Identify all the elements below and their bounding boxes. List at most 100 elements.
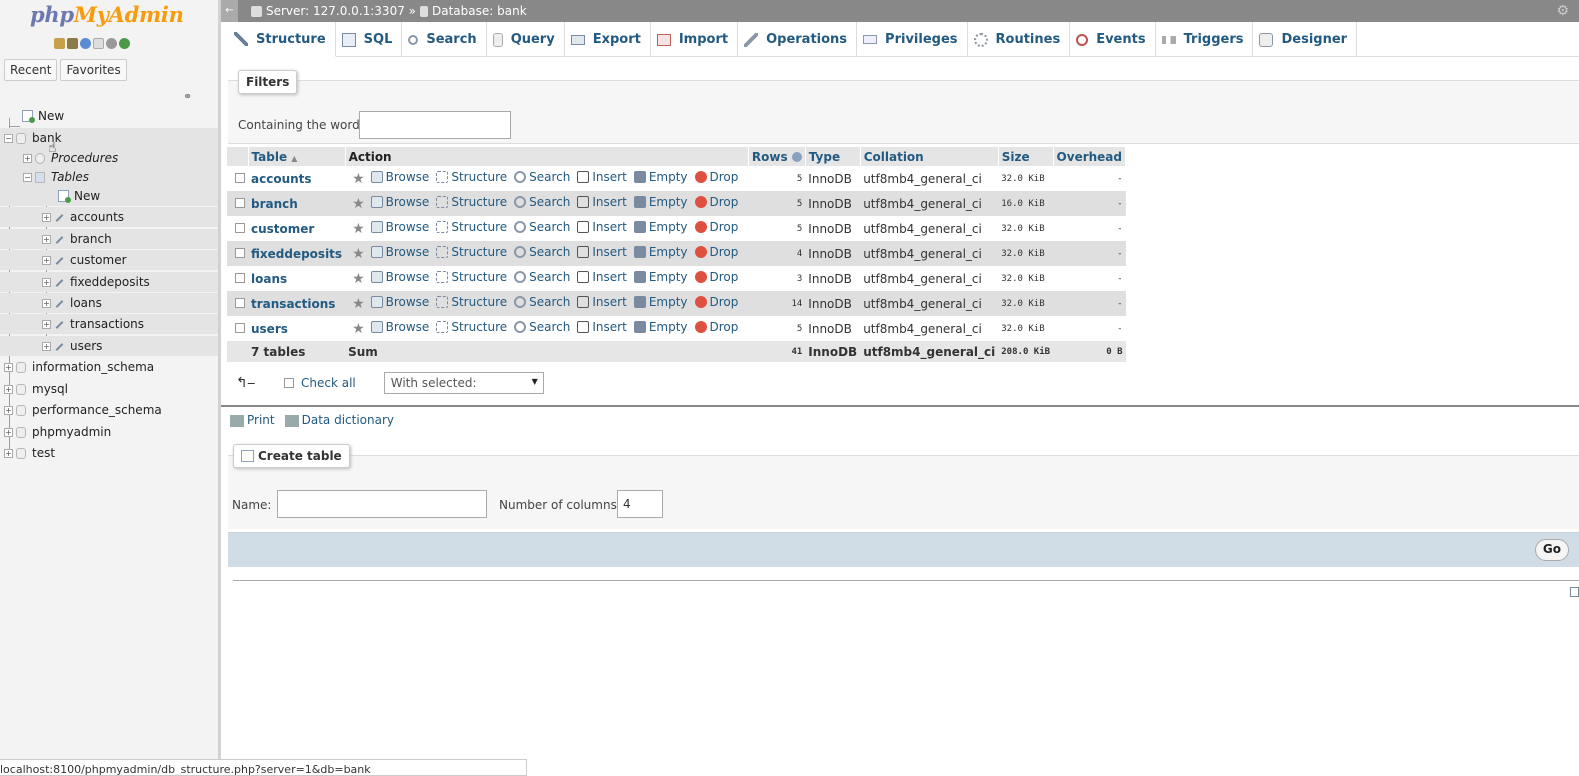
browse-action[interactable]: Browse xyxy=(370,170,429,184)
browse-action[interactable]: Browse xyxy=(370,295,429,309)
tree-db-information-schema[interactable]: + information_schema xyxy=(4,357,154,377)
expand-icon[interactable]: + xyxy=(42,341,51,351)
reload-icon[interactable] xyxy=(119,38,130,49)
tree-table-accounts[interactable]: + accounts xyxy=(0,207,218,227)
expand-icon[interactable]: + xyxy=(42,298,51,308)
table-name-input[interactable] xyxy=(277,490,487,518)
expand-icon[interactable]: + xyxy=(4,384,13,394)
browse-action[interactable]: Browse xyxy=(370,270,429,284)
tab-designer[interactable]: Designer xyxy=(1253,22,1358,57)
print-link[interactable]: Print xyxy=(230,413,275,427)
header-type[interactable]: Type xyxy=(805,147,861,166)
structure-action[interactable]: Structure xyxy=(436,270,507,284)
collapse-icon[interactable]: − xyxy=(4,133,13,143)
check-all-checkbox[interactable] xyxy=(284,378,294,388)
tree-db-performance-schema[interactable]: + performance_schema xyxy=(4,400,162,420)
breadcrumb-database[interactable]: Database: bank xyxy=(432,4,527,18)
recent-tab[interactable]: Recent xyxy=(4,59,58,81)
tree-table-branch[interactable]: + branch xyxy=(0,229,218,249)
tree-db-test[interactable]: + test xyxy=(4,443,55,463)
tab-privileges[interactable]: Privileges xyxy=(857,22,968,57)
num-columns-input[interactable]: 4 xyxy=(617,490,663,518)
empty-action[interactable]: Empty xyxy=(633,320,688,334)
tab-operations[interactable]: Operations xyxy=(738,22,858,57)
search-action[interactable]: Search xyxy=(514,295,570,309)
structure-action[interactable]: Structure xyxy=(436,195,507,209)
empty-action[interactable]: Empty xyxy=(633,195,688,209)
structure-action[interactable]: Structure xyxy=(436,245,507,259)
table-name-link[interactable]: loans xyxy=(248,266,346,291)
collapse-icon[interactable]: − xyxy=(23,172,32,182)
tree-db-bank[interactable]: − bank xyxy=(0,128,218,148)
tree-tables-new[interactable]: New xyxy=(0,186,218,206)
tab-import[interactable]: Import xyxy=(651,22,739,57)
drop-action[interactable]: Drop xyxy=(694,295,738,309)
expand-icon[interactable]: + xyxy=(4,448,13,458)
tree-tables[interactable]: − Tables xyxy=(0,167,218,187)
row-checkbox[interactable] xyxy=(235,297,245,308)
expand-icon[interactable]: + xyxy=(42,234,51,244)
tree-db-phpmyadmin[interactable]: + phpmyadmin xyxy=(4,422,111,442)
table-name-link[interactable]: fixeddeposits xyxy=(248,241,346,266)
drop-action[interactable]: Drop xyxy=(694,220,738,234)
home-icon[interactable] xyxy=(54,38,65,49)
favorites-tab[interactable]: Favorites xyxy=(60,59,127,81)
browse-action[interactable]: Browse xyxy=(370,245,429,259)
drop-action[interactable]: Drop xyxy=(694,195,738,209)
table-name-link[interactable]: customer xyxy=(248,216,346,241)
search-action[interactable]: Search xyxy=(514,195,570,209)
tab-routines[interactable]: Routines xyxy=(968,22,1071,57)
tab-query[interactable]: Query xyxy=(487,22,565,57)
search-action[interactable]: Search xyxy=(514,245,570,259)
search-action[interactable]: Search xyxy=(514,320,570,334)
header-collation[interactable]: Collation xyxy=(860,147,999,166)
table-name-link[interactable]: users xyxy=(248,316,346,341)
expand-icon[interactable]: + xyxy=(23,153,32,163)
expand-icon[interactable]: + xyxy=(42,319,51,329)
row-checkbox[interactable] xyxy=(235,222,245,233)
data-dictionary-link[interactable]: Data dictionary xyxy=(284,413,394,427)
insert-action[interactable]: Insert xyxy=(577,220,627,234)
expand-icon[interactable]: + xyxy=(42,212,51,222)
tree-table-transactions[interactable]: + transactions xyxy=(0,314,218,334)
row-checkbox[interactable] xyxy=(235,197,245,208)
go-button[interactable]: Go xyxy=(1534,539,1569,561)
structure-action[interactable]: Structure xyxy=(436,170,507,184)
expand-icon[interactable]: + xyxy=(4,362,13,372)
size[interactable]: 32.0 KiB xyxy=(998,166,1054,191)
breadcrumb-server[interactable]: Server: 127.0.0.1:3307 » xyxy=(266,4,416,18)
tree-procedures[interactable]: + Procedures xyxy=(0,148,218,168)
logout-icon[interactable] xyxy=(67,38,78,49)
with-selected-select[interactable]: With selected: xyxy=(383,372,544,394)
header-rows[interactable]: Rows xyxy=(748,147,806,166)
insert-action[interactable]: Insert xyxy=(577,195,627,209)
expand-icon[interactable]: + xyxy=(42,277,51,287)
favorite-star-icon[interactable]: ★ xyxy=(352,196,365,212)
link-with-main-icon[interactable]: ⚭ xyxy=(183,90,192,103)
favorite-star-icon[interactable]: ★ xyxy=(352,171,365,187)
insert-action[interactable]: Insert xyxy=(577,245,627,259)
size[interactable]: 32.0 KiB xyxy=(998,316,1054,341)
size[interactable]: 32.0 KiB xyxy=(998,216,1054,241)
drop-action[interactable]: Drop xyxy=(694,245,738,259)
browse-action[interactable]: Browse xyxy=(370,320,429,334)
header-size[interactable]: Size xyxy=(998,147,1054,166)
structure-action[interactable]: Structure xyxy=(436,320,507,334)
tree-table-fixeddeposits[interactable]: + fixeddeposits xyxy=(0,272,218,292)
expand-icon[interactable]: + xyxy=(4,405,13,415)
browse-action[interactable]: Browse xyxy=(370,195,429,209)
tab-structure[interactable]: Structure xyxy=(228,22,336,57)
tab-events[interactable]: Events xyxy=(1070,22,1156,57)
drop-action[interactable]: Drop xyxy=(694,320,738,334)
favorite-star-icon[interactable]: ★ xyxy=(352,246,365,262)
docs-icon[interactable] xyxy=(93,38,104,49)
tab-sql[interactable]: SQL xyxy=(336,22,403,57)
favorite-star-icon[interactable]: ★ xyxy=(352,321,365,337)
empty-action[interactable]: Empty xyxy=(633,295,688,309)
structure-action[interactable]: Structure xyxy=(436,295,507,309)
check-all-link[interactable]: Check all xyxy=(301,376,356,390)
browse-action[interactable]: Browse xyxy=(370,220,429,234)
tab-search[interactable]: Search xyxy=(402,22,487,57)
row-checkbox[interactable] xyxy=(235,172,245,183)
empty-action[interactable]: Empty xyxy=(633,170,688,184)
